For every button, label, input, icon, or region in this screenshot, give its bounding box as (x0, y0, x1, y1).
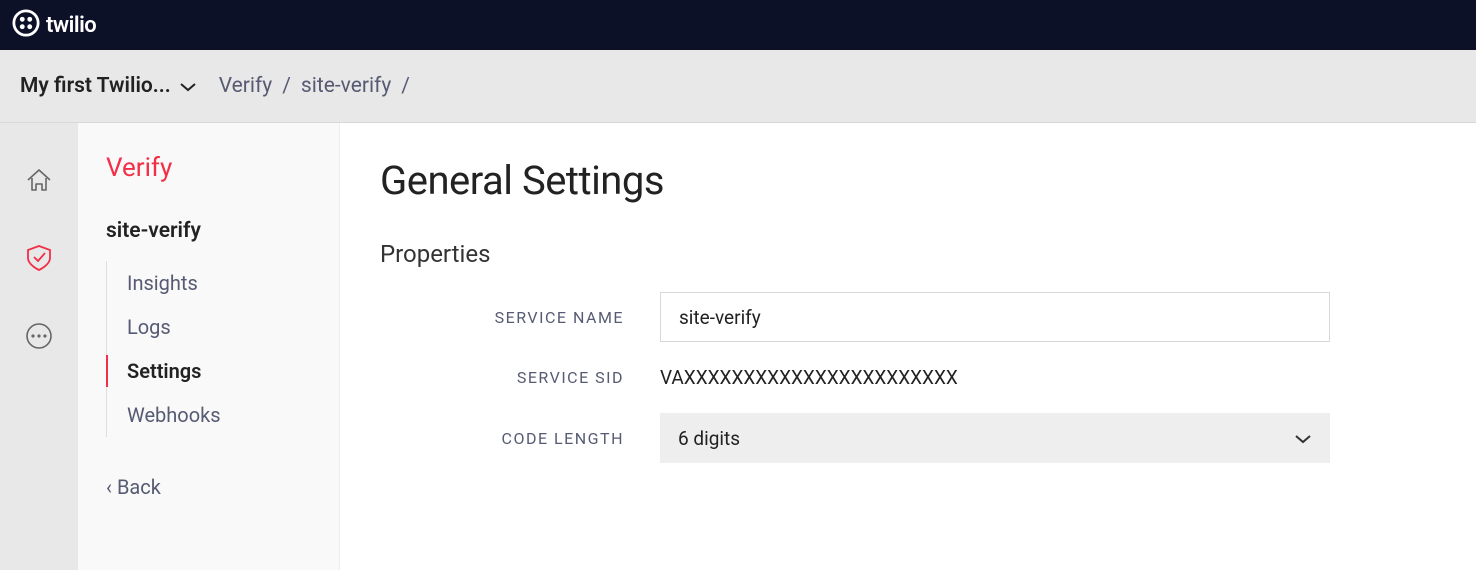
top-bar: twilio (0, 0, 1476, 50)
layout: Verify site-verify Insights Logs Setting… (0, 123, 1476, 570)
chevron-down-icon (179, 74, 197, 98)
row-code-length: CODE LENGTH 6 digits (380, 413, 1436, 463)
sidebar-item-settings[interactable]: Settings (107, 349, 339, 393)
label-code-length: CODE LENGTH (380, 429, 660, 448)
breadcrumb-item-verify[interactable]: Verify (219, 74, 273, 98)
more-icon (24, 321, 54, 355)
main-content: General Settings Properties SERVICE NAME… (340, 123, 1476, 570)
breadcrumb-separator: / (401, 74, 410, 98)
chevron-down-icon (1294, 427, 1312, 450)
sidebar-subtitle[interactable]: site-verify (78, 219, 339, 243)
icon-rail (0, 123, 78, 570)
verify-shield-icon (24, 243, 54, 277)
section-title: Properties (380, 240, 1436, 268)
input-service-name[interactable] (660, 292, 1330, 342)
label-service-name: SERVICE NAME (380, 308, 660, 327)
sidebar-item-webhooks[interactable]: Webhooks (107, 393, 339, 437)
sidebar: Verify site-verify Insights Logs Setting… (78, 123, 340, 570)
breadcrumb-separator: / (282, 74, 291, 98)
breadcrumb: Verify / site-verify / (219, 74, 410, 98)
rail-more[interactable] (0, 299, 78, 377)
select-value: 6 digits (678, 427, 740, 450)
breadcrumb-item-service[interactable]: site-verify (301, 74, 391, 98)
breadcrumb-bar: My first Twilio... Verify / site-verify … (0, 50, 1476, 123)
brand-text: twilio (46, 13, 96, 38)
rail-verify[interactable] (0, 221, 78, 299)
select-code-length[interactable]: 6 digits (660, 413, 1330, 463)
sidebar-item-logs[interactable]: Logs (107, 305, 339, 349)
back-link[interactable]: ‹ Back (78, 475, 339, 499)
label-service-sid: SERVICE SID (380, 368, 660, 387)
sidebar-item-insights[interactable]: Insights (107, 261, 339, 305)
rail-home[interactable] (0, 143, 78, 221)
value-service-sid: VAXXXXXXXXXXXXXXXXXXXXXXX (660, 366, 958, 389)
twilio-logo-icon (12, 9, 40, 41)
sidebar-items: Insights Logs Settings Webhooks (106, 261, 339, 437)
account-selector[interactable]: My first Twilio... (20, 74, 197, 98)
page-title: General Settings (380, 157, 1436, 204)
sidebar-title[interactable]: Verify (78, 153, 339, 183)
account-name: My first Twilio... (20, 74, 171, 98)
row-service-name: SERVICE NAME (380, 292, 1436, 342)
twilio-logo[interactable]: twilio (12, 9, 96, 41)
row-service-sid: SERVICE SID VAXXXXXXXXXXXXXXXXXXXXXXX (380, 366, 1436, 389)
home-icon (24, 165, 54, 199)
